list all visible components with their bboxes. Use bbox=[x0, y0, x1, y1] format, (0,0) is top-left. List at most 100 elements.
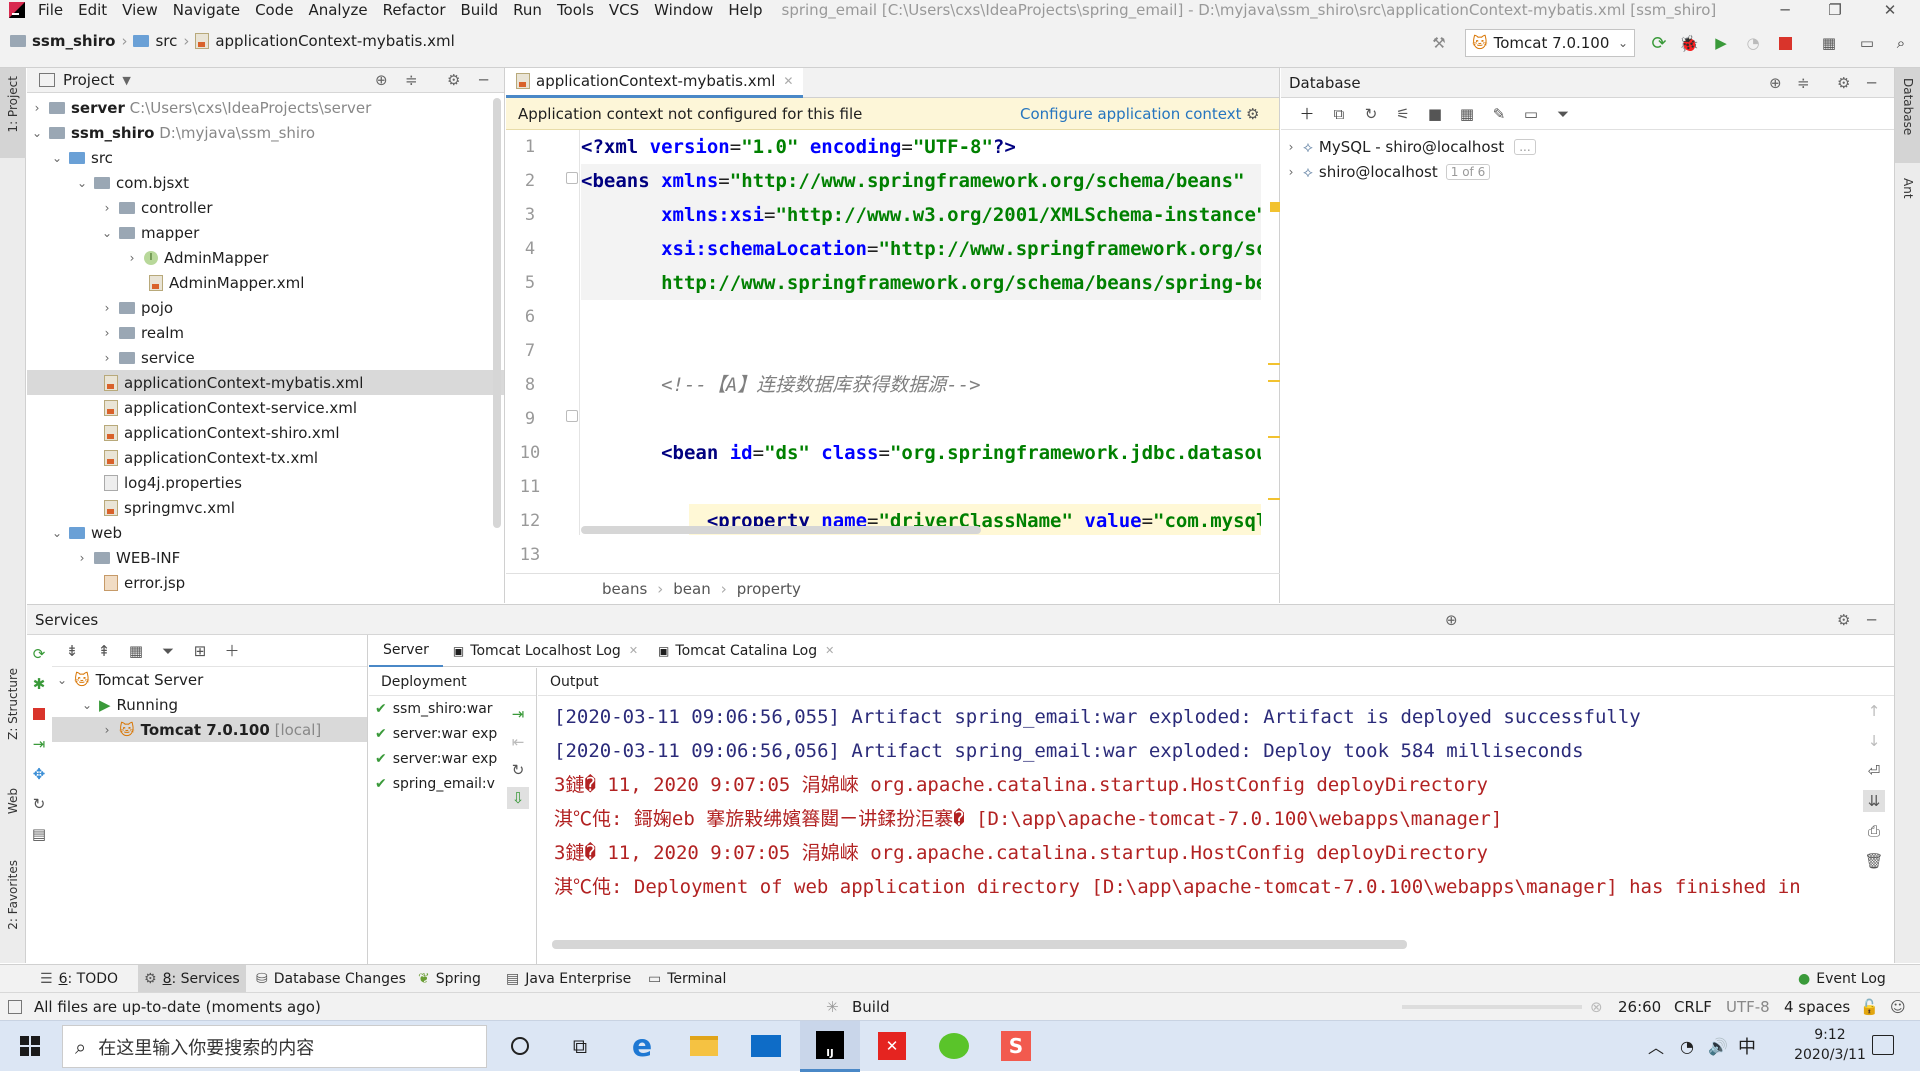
tree-item-web-inf[interactable]: › WEB-INF bbox=[27, 545, 504, 570]
tree-item-com-bjsxt[interactable]: ⌄ com.bjsxt bbox=[27, 170, 504, 195]
hide-panel-icon[interactable]: ─ bbox=[479, 71, 488, 89]
crumb-beans[interactable]: beans bbox=[602, 580, 647, 598]
new-tab-icon[interactable]: ⊞ bbox=[189, 640, 211, 662]
s-app-icon[interactable]: S bbox=[986, 1021, 1046, 1072]
layout-icon[interactable]: ▤ bbox=[28, 823, 50, 845]
console-icon[interactable]: ▭ bbox=[1520, 103, 1542, 125]
deploy-icon[interactable]: ⇥ bbox=[28, 733, 50, 755]
collapse-all-icon[interactable]: ≑ bbox=[405, 71, 418, 89]
volume-icon[interactable]: 🔊 bbox=[1708, 1037, 1728, 1056]
undeploy-icon[interactable]: ⇤ bbox=[507, 731, 529, 753]
table-icon[interactable]: ▦ bbox=[1456, 103, 1478, 125]
tree-item-realm[interactable]: › realm bbox=[27, 320, 504, 345]
collapse-all-icon[interactable]: ⇞ bbox=[93, 640, 115, 662]
favorites-stripe-label[interactable]: 2: Favorites bbox=[6, 860, 20, 930]
debug-icon[interactable]: 🐞 bbox=[1678, 32, 1700, 54]
profile-icon[interactable]: ◔ bbox=[1742, 32, 1764, 54]
tool-window-spring[interactable]: ❦ Spring bbox=[418, 965, 481, 993]
task-view-icon[interactable]: ⧉ bbox=[550, 1021, 610, 1072]
close-tab-icon[interactable]: ✕ bbox=[825, 644, 834, 657]
chevron-right-icon[interactable]: › bbox=[99, 723, 115, 737]
build-hammer-icon[interactable]: ⚒ bbox=[1428, 32, 1450, 54]
tree-item-mapper[interactable]: ⌄ mapper bbox=[27, 220, 504, 245]
network-icon[interactable]: ◔ bbox=[1680, 1037, 1694, 1056]
status-toggle-icon[interactable] bbox=[8, 999, 22, 1014]
scrollbar[interactable] bbox=[493, 98, 501, 528]
service-tomcat-instance[interactable]: › 🐱 Tomcat 7.0.100 [local] bbox=[52, 717, 367, 742]
properties-icon[interactable]: ⚟ bbox=[1392, 103, 1414, 125]
tool-window-terminal[interactable]: ▭ Terminal bbox=[648, 965, 726, 993]
run-config-dropdown[interactable]: 🐱 Tomcat 7.0.100 ⌄ bbox=[1465, 29, 1635, 57]
chevron-right-icon[interactable]: › bbox=[99, 301, 115, 315]
database-stripe-button[interactable]: Database bbox=[1895, 68, 1920, 163]
breadcrumb-src[interactable]: src bbox=[155, 32, 177, 50]
coverage-icon[interactable]: ▶ bbox=[1710, 32, 1732, 54]
search-icon[interactable]: ⌕ bbox=[1890, 32, 1912, 54]
show-hidden-icons-icon[interactable]: ︿ bbox=[1648, 1034, 1664, 1058]
edit-icon[interactable]: ✎ bbox=[1488, 103, 1510, 125]
horizontal-scrollbar[interactable] bbox=[581, 526, 981, 534]
rerun-icon[interactable]: ⟳ bbox=[28, 643, 50, 665]
deployment-item[interactable]: ✔ server:war exp bbox=[369, 746, 501, 771]
project-panel-title[interactable]: Project bbox=[63, 71, 114, 89]
copy-icon[interactable]: ⧉ bbox=[1328, 103, 1350, 125]
chevron-right-icon[interactable]: › bbox=[99, 326, 115, 340]
code-area[interactable]: <?xml version="1.0" encoding="UTF-8"?> <… bbox=[581, 130, 1261, 535]
menu-code[interactable]: Code bbox=[255, 1, 293, 19]
locate-icon[interactable]: ⊕ bbox=[1445, 611, 1458, 629]
scroll-down-icon[interactable]: ↓ bbox=[1863, 730, 1885, 752]
menu-run[interactable]: Run bbox=[513, 1, 542, 19]
tree-item-ssm-shiro[interactable]: ⌄ ssm_shiro D:\myjava\ssm_shiro bbox=[27, 120, 504, 145]
menu-edit[interactable]: Edit bbox=[78, 1, 107, 19]
terminal-window-icon[interactable]: ▭ bbox=[1856, 32, 1878, 54]
menu-file[interactable]: File bbox=[38, 1, 63, 19]
fold-marker-icon[interactable] bbox=[566, 410, 578, 422]
caret-position[interactable]: 26:60 bbox=[1618, 998, 1661, 1016]
locate-icon[interactable]: ⊕ bbox=[1769, 74, 1782, 92]
tree-item-log4j[interactable]: log4j.properties bbox=[27, 470, 504, 495]
tree-item-applicationcontext-tx[interactable]: applicationContext-tx.xml bbox=[27, 445, 504, 470]
chevron-down-icon[interactable]: ⌄ bbox=[79, 698, 95, 712]
cancel-icon[interactable]: ⊗ bbox=[1590, 998, 1603, 1016]
db-item-mysql[interactable]: › ⟡ MySQL - shiro@localhost ... bbox=[1281, 134, 1894, 159]
chevron-down-icon[interactable]: ⌄ bbox=[49, 526, 65, 540]
close-icon[interactable]: ✕ bbox=[1875, 1, 1905, 19]
tree-item-web[interactable]: ⌄ web bbox=[27, 520, 504, 545]
tree-item-applicationcontext-mybatis[interactable]: applicationContext-mybatis.xml bbox=[27, 370, 504, 395]
close-tab-icon[interactable]: ✕ bbox=[629, 644, 638, 657]
horizontal-scrollbar[interactable] bbox=[552, 940, 1407, 949]
build-status[interactable]: Build bbox=[852, 998, 890, 1016]
tab-server[interactable]: Server bbox=[369, 634, 443, 667]
indent-setting[interactable]: 4 spaces bbox=[1784, 998, 1850, 1016]
chevron-right-icon[interactable]: › bbox=[99, 351, 115, 365]
chevron-right-icon[interactable]: › bbox=[1283, 140, 1299, 154]
chevron-right-icon[interactable]: › bbox=[1283, 165, 1299, 179]
settings-gear-icon[interactable]: ⚙ bbox=[1246, 105, 1259, 123]
tree-item-server[interactable]: › server C:\Users\cxs\IdeaProjects\server bbox=[27, 95, 504, 120]
tree-item-error-jsp[interactable]: error.jsp bbox=[27, 570, 504, 595]
ime-indicator[interactable]: 中 bbox=[1738, 1033, 1756, 1059]
intellij-app-icon[interactable]: IJ bbox=[800, 1020, 860, 1072]
tool-window-database-changes[interactable]: ⛁ Database Changes bbox=[256, 965, 406, 993]
clock[interactable]: 9:12 2020/3/11 bbox=[1790, 1025, 1870, 1065]
service-tomcat-server[interactable]: ⌄ 🐱 Tomcat Server bbox=[52, 667, 367, 692]
mail-icon[interactable] bbox=[736, 1021, 796, 1072]
tree-item-applicationcontext-shiro[interactable]: applicationContext-shiro.xml bbox=[27, 420, 504, 445]
menu-view[interactable]: View bbox=[122, 1, 158, 19]
hide-panel-icon[interactable]: ─ bbox=[1867, 74, 1876, 92]
filter-icon[interactable]: ⏷ bbox=[1552, 103, 1574, 125]
clear-icon[interactable]: 🗑 bbox=[1863, 850, 1885, 872]
console-output[interactable]: [2020-03-11 09:06:56,055] Artifact sprin… bbox=[538, 696, 1848, 936]
rerun-icon[interactable]: ⟳ bbox=[1648, 32, 1670, 54]
scroll-to-end-icon[interactable]: ⇊ bbox=[1863, 790, 1885, 812]
event-log-button[interactable]: ● Event Log bbox=[1798, 965, 1886, 993]
hide-panel-icon[interactable]: ─ bbox=[1867, 611, 1876, 629]
chevron-down-icon[interactable]: ⌄ bbox=[74, 176, 90, 190]
add-icon[interactable]: ＋ bbox=[221, 640, 243, 662]
wechat-app-icon[interactable] bbox=[924, 1021, 984, 1072]
stop-icon[interactable] bbox=[28, 703, 50, 725]
settings-gear-icon[interactable]: ⚙ bbox=[447, 71, 460, 89]
expand-all-icon[interactable]: ⇟ bbox=[61, 640, 83, 662]
tab-tomcat-localhost-log[interactable]: ▣ Tomcat Localhost Log ✕ bbox=[443, 635, 648, 667]
scroll-up-icon[interactable]: ↑ bbox=[1863, 700, 1885, 722]
